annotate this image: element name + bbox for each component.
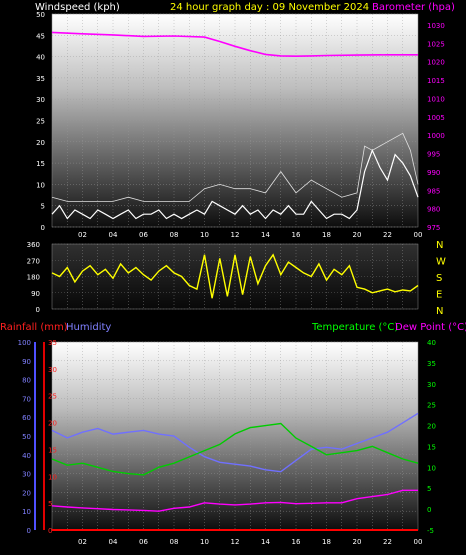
temperature-y-tick: 20 <box>427 423 436 431</box>
weather-graph-svg: 0510152025303540455097598098599099510001… <box>0 2 466 546</box>
wind-chart: 0510152025303540455097598098599099510001… <box>35 2 455 239</box>
humidity-y-tick: 20 <box>22 489 31 497</box>
wind-x-tick: 18 <box>322 231 331 239</box>
rain-y-tick: 10 <box>48 473 57 481</box>
wind-y-tick: 5 <box>41 203 45 211</box>
barometer-y-tick: 1015 <box>427 77 445 85</box>
dewpoint-axis-label: Dew Point (°C) <box>395 322 466 333</box>
humidity-y-tick: 80 <box>22 377 31 385</box>
direction-y-tick: 270 <box>27 257 40 265</box>
wind-y-tick: 15 <box>36 160 45 168</box>
temp-x-tick: 00 <box>414 538 423 546</box>
temp-x-tick: 20 <box>353 538 362 546</box>
rain-y-tick: 30 <box>48 366 57 374</box>
temp-x-tick: 02 <box>78 538 87 546</box>
rainfall-axis-label: Rainfall (mm) <box>0 322 68 333</box>
barometer-y-tick: 1005 <box>427 114 445 122</box>
wind-y-tick: 45 <box>36 32 45 40</box>
rain-y-tick: 0 <box>48 527 52 535</box>
temp-x-tick: 22 <box>383 538 392 546</box>
compass-label: E <box>436 290 442 301</box>
direction-y-tick: 180 <box>27 274 40 282</box>
wind-y-tick: 25 <box>36 118 45 126</box>
rain-y-tick: 35 <box>48 339 57 347</box>
temp-x-tick: 10 <box>200 538 209 546</box>
wind-x-tick: 02 <box>78 231 87 239</box>
compass-label: N <box>436 240 443 251</box>
weather-graph-image: 0 5 10 15 20 25 30 35 40 45 50 975 980 985 990 995 1000 1… <box>0 0 466 555</box>
wind-x-tick: 04 <box>109 231 118 239</box>
wind-x-tick: 06 <box>139 231 148 239</box>
barometer-y-tick: 995 <box>427 151 440 159</box>
wind-y-tick: 20 <box>36 139 45 147</box>
wind-x-tick: 10 <box>200 231 209 239</box>
compass-label: N <box>436 306 443 317</box>
wind-y-tick: 35 <box>36 75 45 83</box>
barometer-y-tick: 1030 <box>427 22 445 30</box>
humidity-axis-label: Humidity <box>66 322 111 333</box>
temp-x-tick: 14 <box>261 538 270 546</box>
direction-y-tick: 360 <box>27 241 40 249</box>
barometer-y-tick: 1010 <box>427 95 445 103</box>
wind-x-tick: 22 <box>383 231 392 239</box>
temp-x-tick: 06 <box>139 538 148 546</box>
wind-y-tick: 40 <box>36 54 45 62</box>
barometer-y-tick: 1000 <box>427 132 445 140</box>
barometer-y-tick: 985 <box>427 187 440 195</box>
wind-x-tick: 14 <box>261 231 270 239</box>
temperature-y-tick: 40 <box>427 339 436 347</box>
rain-y-tick: 5 <box>48 500 52 508</box>
temperature-y-tick: 5 <box>427 485 431 493</box>
wind-x-tick: 20 <box>353 231 362 239</box>
wind-y-tick: 10 <box>36 181 45 189</box>
rain-y-tick: 20 <box>48 420 57 428</box>
barometer-y-tick: 980 <box>427 206 440 214</box>
temperature-y-tick: 0 <box>427 506 431 514</box>
barometer-axis-label: Barometer (hpa) <box>372 2 455 13</box>
temperature-y-tick: 30 <box>427 381 436 389</box>
humidity-y-tick: 30 <box>22 471 31 479</box>
humidity-y-tick: 100 <box>18 339 31 347</box>
direction-y-tick: 0 <box>36 306 40 314</box>
rain-y-tick: 25 <box>48 393 57 401</box>
direction-y-tick: 90 <box>31 290 40 298</box>
temperature-y-tick: 15 <box>427 443 436 451</box>
humidity-y-tick: 40 <box>22 452 31 460</box>
wind-chart-title: 24 hour graph day : 09 November 2024 <box>170 2 369 13</box>
temp-humidity-chart: 010203040506070809010005101520253035-505… <box>0 322 466 546</box>
compass-label: W <box>436 257 446 268</box>
temperature-y-tick: 35 <box>427 360 436 368</box>
humidity-y-tick: 50 <box>22 433 31 441</box>
barometer-y-tick: 990 <box>427 169 440 177</box>
temperature-y-tick: -5 <box>427 527 434 535</box>
barometer-y-tick: 975 <box>427 224 440 232</box>
temp-x-tick: 16 <box>292 538 301 546</box>
humidity-y-tick: 0 <box>27 527 31 535</box>
wind-x-tick: 08 <box>170 231 179 239</box>
temperature-y-tick: 10 <box>427 464 436 472</box>
wind-y-tick: 0 <box>41 224 45 232</box>
temp-x-tick: 04 <box>109 538 118 546</box>
compass-label: S <box>436 273 442 284</box>
temp-x-tick: 08 <box>170 538 179 546</box>
rain-y-tick: 15 <box>48 446 57 454</box>
temperature-y-tick: 25 <box>427 402 436 410</box>
wind-x-tick: 16 <box>292 231 301 239</box>
humidity-y-tick: 60 <box>22 414 31 422</box>
wind-direction-chart: 090180270360 NWSEN <box>27 240 446 317</box>
temp-x-tick: 12 <box>231 538 240 546</box>
wind-x-tick: 12 <box>231 231 240 239</box>
wind-y-tick: 30 <box>36 96 45 104</box>
barometer-y-tick: 1025 <box>427 40 445 48</box>
humidity-y-tick: 10 <box>22 508 31 516</box>
humidity-y-tick: 70 <box>22 395 31 403</box>
humidity-y-tick: 90 <box>22 358 31 366</box>
wind-axis-label: Windspeed (kph) <box>35 2 120 13</box>
wind-x-tick: 00 <box>414 231 423 239</box>
temperature-axis-label: Temperature (°C) <box>311 322 398 333</box>
temp-x-tick: 18 <box>322 538 331 546</box>
barometer-y-tick: 1020 <box>427 59 445 67</box>
